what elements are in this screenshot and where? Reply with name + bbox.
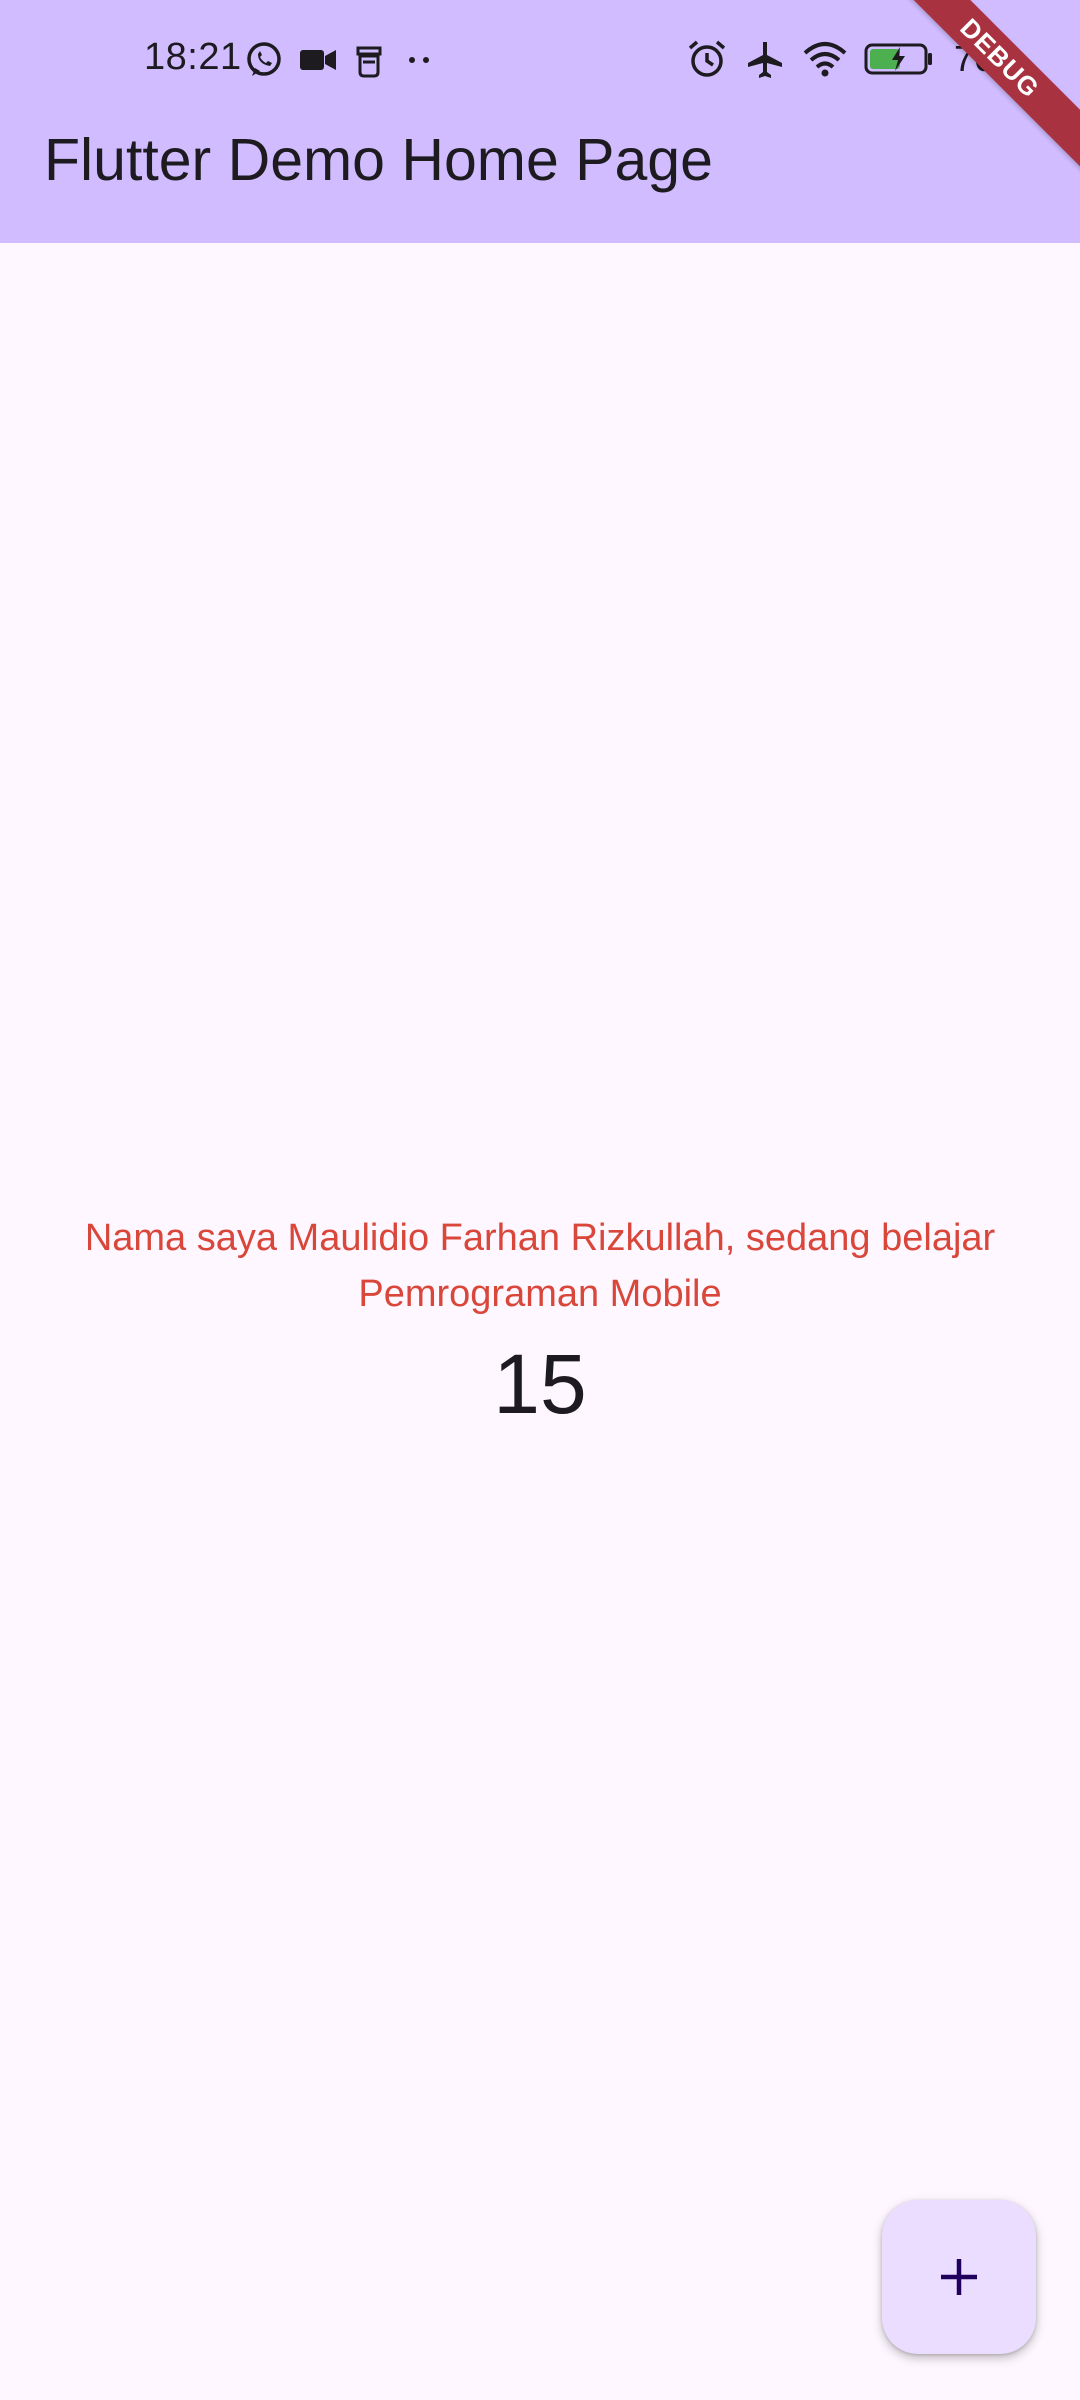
battery-charging-icon xyxy=(864,41,934,77)
app-bar-title: Flutter Demo Home Page xyxy=(44,127,713,193)
intro-message: Nama saya Maulidio Farhan Rizkullah, sed… xyxy=(84,1217,996,1315)
status-right-icons: 76 xyxy=(686,34,994,84)
video-camera-icon xyxy=(298,40,338,80)
airplane-icon xyxy=(744,38,786,80)
alarm-icon xyxy=(686,38,728,80)
status-bar: 18:21 xyxy=(0,0,1080,120)
status-time: 18:21 xyxy=(144,36,242,78)
increment-fab-button[interactable] xyxy=(882,2200,1036,2354)
add-icon xyxy=(935,2253,983,2301)
wifi-icon xyxy=(802,39,848,79)
app-bar: 18:21 Flutter Demo Home Page xyxy=(0,0,1080,243)
status-left-icons xyxy=(244,38,440,82)
more-dots-icon xyxy=(400,40,440,80)
app-screen: 18:21 Flutter Demo Home Page DEBUG Nama … xyxy=(0,0,1080,2400)
counter-value: 15 xyxy=(493,1337,587,1431)
main-content: Nama saya Maulidio Farhan Rizkullah, sed… xyxy=(0,1210,1080,1434)
notification-app-icon xyxy=(352,40,386,80)
whatsapp-icon xyxy=(244,40,284,80)
